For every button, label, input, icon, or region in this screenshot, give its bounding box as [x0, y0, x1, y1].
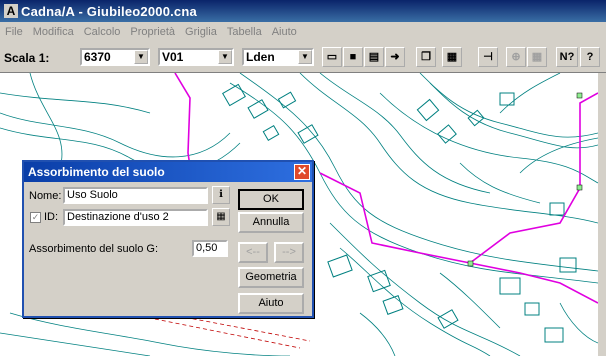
help-icon[interactable]: ?: [580, 47, 600, 67]
window-title: Cadna/A - Giubileo2000.cna: [21, 3, 197, 19]
menu-aiuto[interactable]: Aiuto: [267, 26, 302, 38]
next-button[interactable]: -->: [274, 242, 304, 263]
save-icon[interactable]: ■: [343, 47, 363, 67]
chevron-down-icon[interactable]: ▼: [218, 50, 232, 64]
menu-bar: File Modifica Calcolo Proprietà Griglia …: [0, 22, 606, 42]
variant-combo[interactable]: V01 ▼: [158, 48, 234, 66]
metric-combo[interactable]: Lden ▼: [242, 48, 314, 66]
grid-icon[interactable]: ▦: [527, 47, 547, 67]
zoom-icon[interactable]: ⊕: [506, 47, 526, 67]
menu-modifica[interactable]: Modifica: [28, 26, 79, 38]
title-bar: A Cadna/A - Giubileo2000.cna: [0, 0, 606, 22]
name-label: Nome:: [29, 190, 62, 202]
open-icon[interactable]: ▭: [322, 47, 342, 67]
g-label: Assorbimento del suolo G:: [29, 243, 159, 255]
toolbar: Scala 1: 6370 ▼ V01 ▼ Lden ▼ ▭ ■ ▤ ➜ ❐ ▦…: [0, 42, 606, 73]
id-field[interactable]: Destinazione d'uso 2: [63, 209, 208, 226]
dialog-title: Assorbimento del suolo: [28, 165, 165, 179]
help-button[interactable]: Aiuto: [238, 293, 304, 314]
menu-calcolo[interactable]: Calcolo: [79, 26, 126, 38]
arrow-right-icon[interactable]: ➜: [385, 47, 405, 67]
menu-tabella[interactable]: Tabella: [222, 26, 267, 38]
ok-button[interactable]: OK: [238, 189, 304, 210]
menu-griglia[interactable]: Griglia: [180, 26, 222, 38]
metric-value: Lden: [246, 50, 275, 64]
info-icon[interactable]: ℹ: [212, 186, 230, 204]
calculator-icon[interactable]: ▦: [442, 47, 462, 67]
prev-button[interactable]: <--: [238, 242, 268, 263]
close-icon[interactable]: ✕: [294, 164, 310, 180]
id-checkbox[interactable]: ✓: [30, 212, 41, 223]
copy-icon[interactable]: ❐: [416, 47, 436, 67]
pin-icon[interactable]: ⊣: [478, 47, 498, 67]
variant-value: V01: [162, 50, 184, 64]
id-label: ID:: [44, 211, 59, 223]
chevron-down-icon[interactable]: ▼: [134, 50, 148, 64]
chevron-down-icon[interactable]: ▼: [298, 50, 312, 64]
help-pointer-icon[interactable]: N?: [556, 47, 578, 67]
palette-icon[interactable]: ▦: [212, 208, 230, 226]
print-icon[interactable]: ▤: [364, 47, 384, 67]
menu-file[interactable]: File: [0, 26, 28, 38]
name-field[interactable]: Uso Suolo: [63, 187, 208, 204]
g-value-field[interactable]: 0,50: [192, 240, 228, 257]
app-icon: A: [4, 4, 18, 18]
scale-combo[interactable]: 6370 ▼: [80, 48, 150, 66]
vertical-scrollbar[interactable]: [598, 73, 606, 356]
ground-absorption-dialog: Assorbimento del suolo ✕ Nome: Uso Suolo…: [22, 160, 314, 318]
dialog-title-bar: Assorbimento del suolo ✕: [24, 162, 312, 182]
scale-value: 6370: [84, 50, 111, 64]
cancel-button[interactable]: Annulla: [238, 212, 304, 233]
menu-proprieta[interactable]: Proprietà: [125, 26, 180, 38]
scale-label: Scala 1:: [4, 51, 50, 65]
geometry-button[interactable]: Geometria: [238, 267, 304, 288]
